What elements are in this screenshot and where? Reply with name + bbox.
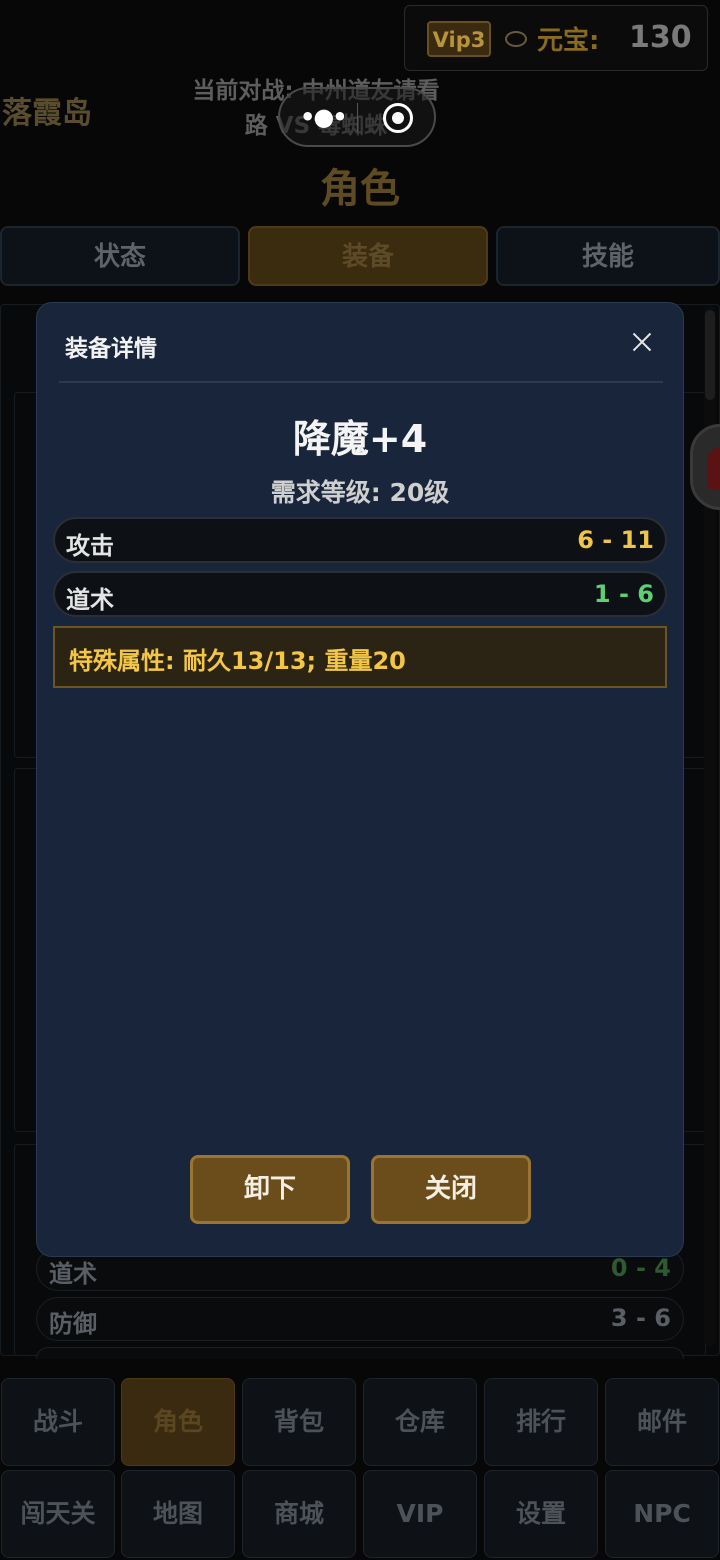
more-icon[interactable]: •●• [300, 105, 348, 129]
nav-npc[interactable]: NPC [605, 1470, 719, 1558]
stat-value: 3 - 6 [610, 1304, 671, 1332]
nav-challenge[interactable]: 闯天关 [1, 1470, 115, 1558]
vip-badge[interactable]: Vip3 [427, 21, 491, 57]
scrollbar-thumb[interactable] [705, 310, 715, 400]
stat-value: 0 - 4 [610, 1254, 671, 1282]
attribute-row-taoism: 道术 1 - 6 [53, 571, 667, 617]
modal-title: 装备详情 [65, 336, 157, 362]
attribute-name: 道术 [66, 586, 114, 614]
ingot-icon [505, 31, 527, 47]
page-title: 角色 [320, 166, 400, 212]
special-attributes: 特殊属性: 耐久13/13; 重量20 [53, 626, 667, 688]
modal-divider [59, 381, 663, 383]
nav-shop[interactable]: 商城 [242, 1470, 356, 1558]
attribute-row-attack: 攻击 6 - 11 [53, 517, 667, 563]
avatar[interactable] [690, 424, 720, 510]
item-name: 降魔+4 [292, 417, 428, 461]
nav-ranking[interactable]: 排行 [484, 1378, 598, 1466]
unequip-button[interactable]: 卸下 [190, 1155, 350, 1224]
required-level: 需求等级: 20级 [270, 478, 450, 507]
special-attributes-text: 特殊属性: 耐久13/13; 重量20 [69, 647, 406, 675]
close-icon[interactable] [629, 329, 655, 355]
tab-skills[interactable]: 技能 [496, 226, 720, 286]
currency-label: 元宝: [537, 26, 600, 56]
mini-program-capsule: •●• [278, 87, 436, 147]
stat-row-partial [36, 1347, 684, 1359]
nav-settings[interactable]: 设置 [484, 1470, 598, 1558]
equipment-detail-modal: 装备详情 降魔+4 需求等级: 20级 攻击 6 - 11 道术 1 - 6 特… [36, 302, 684, 1257]
attribute-value: 6 - 11 [577, 526, 654, 554]
target-icon[interactable] [383, 103, 413, 133]
tab-status[interactable]: 状态 [0, 226, 240, 286]
nav-battle[interactable]: 战斗 [1, 1378, 115, 1466]
stat-name: 道术 [49, 1260, 97, 1288]
close-button[interactable]: 关闭 [371, 1155, 531, 1224]
stat-name: 防御 [49, 1310, 97, 1338]
tab-equipment[interactable]: 装备 [248, 226, 488, 286]
nav-vip[interactable]: VIP [363, 1470, 477, 1558]
currency-panel: Vip3 元宝: 130 [404, 5, 708, 71]
nav-map[interactable]: 地图 [121, 1470, 235, 1558]
nav-character[interactable]: 角色 [121, 1378, 235, 1466]
nav-warehouse[interactable]: 仓库 [363, 1378, 477, 1466]
nav-mail[interactable]: 邮件 [605, 1378, 719, 1466]
attribute-value: 1 - 6 [593, 580, 654, 608]
capsule-divider [357, 103, 358, 133]
attribute-name: 攻击 [66, 532, 114, 560]
stat-row-defense: 防御 3 - 6 [36, 1297, 684, 1341]
location-name: 落霞岛 [2, 96, 92, 131]
nav-backpack[interactable]: 背包 [242, 1378, 356, 1466]
currency-value: 130 [629, 20, 692, 55]
